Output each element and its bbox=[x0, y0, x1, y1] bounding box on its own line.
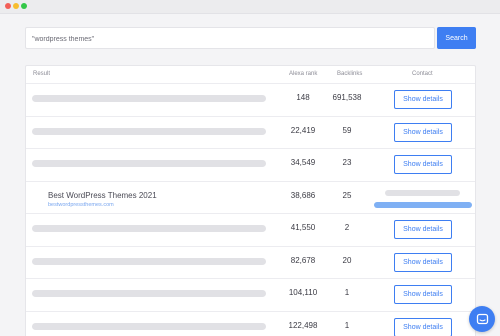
table-row: 104,110 1 Show details bbox=[26, 279, 475, 312]
backlinks-value: 20 bbox=[342, 255, 352, 265]
result-title[interactable]: Best WordPress Themes 2021 bbox=[48, 191, 157, 200]
app-window: Search Result Alexa rank Backlinks Conta… bbox=[0, 0, 500, 336]
maximize-window-icon[interactable] bbox=[21, 3, 27, 9]
table-row: 22,419 59 Show details bbox=[26, 117, 475, 149]
backlinks-value: 59 bbox=[342, 125, 352, 135]
result-placeholder-bar bbox=[32, 225, 266, 232]
result-placeholder-bar bbox=[32, 95, 266, 102]
show-details-button[interactable]: Show details bbox=[394, 122, 452, 142]
alexa-rank-value: 82,678 bbox=[290, 255, 316, 265]
results-table: Result Alexa rank Backlinks Contact 148 … bbox=[25, 65, 476, 336]
show-details-button[interactable]: Show details bbox=[394, 252, 452, 272]
chat-bubble-icon bbox=[476, 313, 488, 324]
table-row: 148 691,538 Show details bbox=[26, 84, 475, 117]
header-contact: Contact bbox=[412, 71, 433, 77]
search-field[interactable] bbox=[25, 27, 435, 50]
result-placeholder-bar bbox=[32, 290, 266, 297]
contact-placeholder-bar-blue bbox=[374, 201, 472, 208]
search-input[interactable] bbox=[26, 29, 434, 50]
header-backlinks: Backlinks bbox=[337, 71, 363, 77]
alexa-rank-value: 22,419 bbox=[290, 125, 316, 135]
alexa-rank-value: 34,549 bbox=[290, 158, 316, 167]
search-button[interactable]: Search bbox=[437, 27, 476, 49]
close-window-icon[interactable] bbox=[5, 3, 11, 9]
alexa-rank-value: 148 bbox=[296, 93, 310, 102]
result-placeholder-bar bbox=[32, 160, 266, 167]
backlinks-value: 23 bbox=[342, 158, 352, 167]
backlinks-value: 1 bbox=[344, 320, 350, 330]
table-row-featured: Best WordPress Themes 2021 bestwordpress… bbox=[26, 182, 475, 214]
table-header: Result Alexa rank Backlinks Contact bbox=[26, 66, 475, 84]
alexa-rank-value: 38,686 bbox=[290, 190, 316, 200]
backlinks-value: 25 bbox=[342, 190, 352, 200]
result-placeholder-bar bbox=[32, 322, 266, 330]
alexa-rank-value: 41,550 bbox=[290, 223, 316, 232]
result-placeholder-bar bbox=[32, 127, 266, 135]
table-row: 34,549 23 Show details bbox=[26, 149, 475, 182]
alexa-rank-value: 122,498 bbox=[288, 320, 318, 330]
show-details-button[interactable]: Show details bbox=[394, 317, 452, 336]
show-details-button[interactable]: Show details bbox=[394, 220, 452, 239]
table-row: 82,678 20 Show details bbox=[26, 247, 475, 279]
backlinks-value: 2 bbox=[344, 223, 350, 232]
header-alexa-rank: Alexa rank bbox=[289, 71, 318, 77]
result-placeholder-bar bbox=[32, 257, 266, 265]
window-titlebar bbox=[0, 0, 500, 14]
result-url[interactable]: bestwordpressthemes.com bbox=[48, 202, 114, 208]
show-details-button[interactable]: Show details bbox=[394, 285, 452, 304]
alexa-rank-value: 104,110 bbox=[288, 288, 318, 297]
table-row: 122,498 1 Show details bbox=[26, 312, 475, 336]
contact-placeholder-bar bbox=[385, 189, 460, 196]
backlinks-value: 691,538 bbox=[332, 93, 362, 102]
table-row: 41,550 2 Show details bbox=[26, 214, 475, 247]
minimize-window-icon[interactable] bbox=[13, 3, 19, 9]
show-details-button[interactable]: Show details bbox=[394, 90, 452, 109]
backlinks-value: 1 bbox=[344, 288, 350, 297]
chat-launcher-button[interactable] bbox=[469, 306, 495, 332]
show-details-button[interactable]: Show details bbox=[394, 155, 452, 174]
header-result: Result bbox=[33, 71, 51, 77]
